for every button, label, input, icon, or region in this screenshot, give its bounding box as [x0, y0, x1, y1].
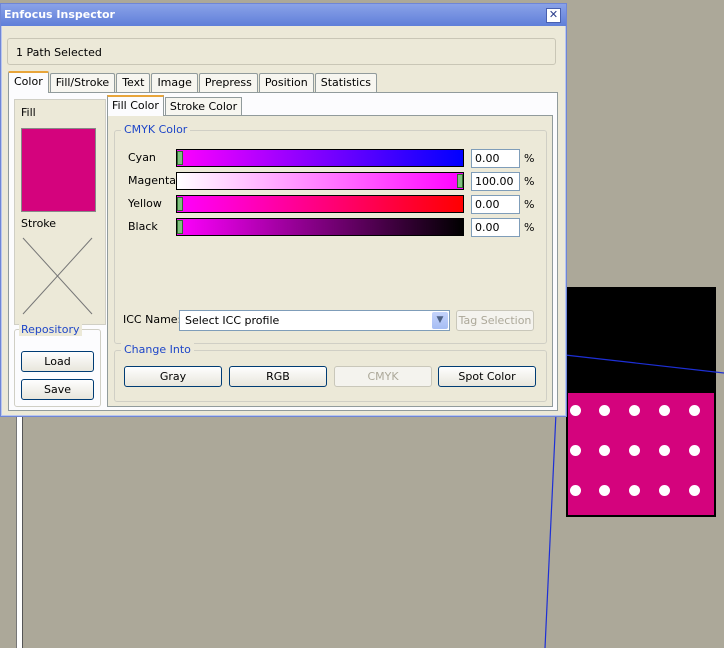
tab-image[interactable]: Image	[151, 73, 198, 92]
magenta-value[interactable]: 100.00	[471, 172, 520, 191]
inspector-window: Enfocus Inspector ✕ 1 Path Selected Colo…	[0, 3, 567, 417]
cmyk-button[interactable]: CMYK	[334, 366, 432, 387]
repository-group: Repository Load Save	[14, 323, 101, 407]
black-percent: %	[524, 221, 535, 234]
fill-label: Fill	[21, 106, 36, 119]
color-subtabs: Fill Color Stroke Color	[107, 95, 243, 117]
tab-color[interactable]: Color	[8, 71, 49, 93]
cyan-value[interactable]: 0.00	[471, 149, 520, 168]
icc-row: ICC Name: Select ICC profile ▼ Tag Selec…	[115, 303, 546, 333]
load-button[interactable]: Load	[21, 351, 94, 372]
yellow-percent: %	[524, 198, 535, 211]
spot-color-button[interactable]: Spot Color	[438, 366, 536, 387]
title-bar[interactable]: Enfocus Inspector ✕	[1, 4, 566, 26]
icc-profile-value: Select ICC profile	[185, 314, 280, 327]
cyan-slider[interactable]	[176, 149, 464, 167]
change-into-group: Change Into Gray RGB CMYK Spot Color	[114, 343, 547, 402]
fill-color-panel: CMYK Color Cyan 0.00 % Magenta 100.00 % …	[107, 115, 553, 407]
tab-prepress[interactable]: Prepress	[198, 73, 258, 92]
icc-profile-select[interactable]: Select ICC profile ▼	[179, 310, 450, 331]
window-title: Enfocus Inspector	[4, 8, 115, 21]
fill-stroke-preview: Fill Stroke	[14, 99, 106, 325]
color-tab-panel: Fill Stroke Repository Load Save Fill Co…	[8, 92, 558, 411]
tab-text[interactable]: Text	[116, 73, 151, 92]
main-tabs: Color Fill/Stroke Text Image Prepress Po…	[8, 71, 378, 94]
selection-status: 1 Path Selected	[7, 38, 556, 65]
tab-position[interactable]: Position	[258, 73, 314, 92]
cmyk-title: CMYK Color	[121, 123, 191, 136]
black-slider[interactable]	[176, 218, 464, 236]
magenta-slider[interactable]	[176, 172, 464, 190]
cyan-percent: %	[524, 152, 535, 165]
stroke-label: Stroke	[21, 217, 57, 230]
yellow-slider-thumb[interactable]	[177, 197, 183, 211]
tab-statistics[interactable]: Statistics	[314, 73, 378, 92]
yellow-value[interactable]: 0.00	[471, 195, 520, 214]
close-button[interactable]: ✕	[546, 8, 561, 23]
yellow-slider[interactable]	[176, 195, 464, 213]
magenta-label: Magenta	[128, 174, 177, 187]
black-value[interactable]: 0.00	[471, 218, 520, 237]
tab-stroke-color[interactable]: Stroke Color	[164, 97, 243, 115]
cyan-label: Cyan	[128, 151, 156, 164]
change-into-title: Change Into	[121, 343, 194, 356]
magenta-percent: %	[524, 175, 535, 188]
cmyk-group: CMYK Color Cyan 0.00 % Magenta 100.00 % …	[114, 123, 547, 344]
fill-swatch[interactable]	[21, 128, 96, 212]
save-button[interactable]: Save	[21, 379, 94, 400]
icc-label: ICC Name:	[123, 313, 182, 326]
black-label: Black	[128, 220, 158, 233]
rgb-button[interactable]: RGB	[229, 366, 327, 387]
yellow-label: Yellow	[128, 197, 162, 210]
magenta-slider-thumb[interactable]	[457, 174, 463, 188]
repository-title: Repository	[19, 323, 82, 336]
cyan-slider-thumb[interactable]	[177, 151, 183, 165]
gray-button[interactable]: Gray	[124, 366, 222, 387]
tag-selection-button[interactable]: Tag Selection	[456, 310, 534, 331]
no-stroke-icon[interactable]	[21, 236, 94, 316]
black-slider-thumb[interactable]	[177, 220, 183, 234]
tab-fill-stroke[interactable]: Fill/Stroke	[49, 73, 116, 92]
tab-fill-color[interactable]: Fill Color	[107, 95, 164, 116]
chevron-down-icon[interactable]: ▼	[432, 312, 448, 329]
